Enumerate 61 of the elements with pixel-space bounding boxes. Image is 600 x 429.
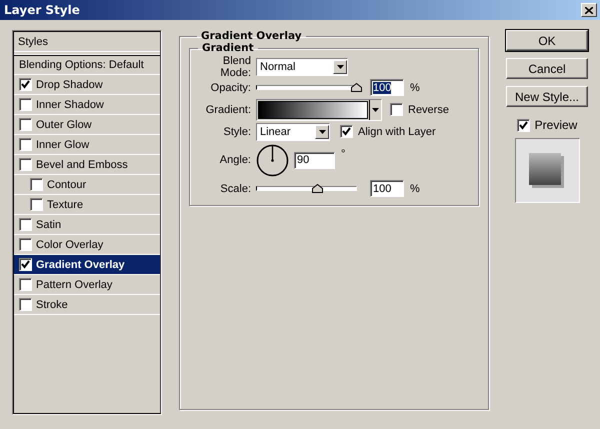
checkbox-label[interactable]: Align with Layer bbox=[358, 126, 436, 138]
group-title: Gradient bbox=[201, 42, 255, 54]
checkbox[interactable] bbox=[19, 278, 32, 291]
checkbox[interactable] bbox=[19, 258, 32, 271]
checkbox[interactable] bbox=[19, 158, 32, 171]
checkbox[interactable] bbox=[19, 118, 32, 131]
checkbox[interactable] bbox=[19, 78, 32, 91]
field-label: Opacity: bbox=[210, 82, 251, 94]
slider-thumb[interactable] bbox=[351, 83, 362, 92]
style-item[interactable]: Inner Shadow bbox=[14, 95, 160, 115]
dropdown[interactable]: Linear bbox=[256, 122, 330, 140]
style-item[interactable]: Outer Glow bbox=[14, 115, 160, 135]
input-field[interactable]: 100 bbox=[370, 180, 404, 197]
checkbox[interactable] bbox=[30, 178, 43, 191]
dialog-button[interactable]: Cancel bbox=[506, 58, 588, 79]
checkbox[interactable] bbox=[30, 198, 43, 211]
style-item[interactable]: Pattern Overlay bbox=[14, 275, 160, 295]
dialog-button[interactable]: OK bbox=[506, 30, 588, 51]
caret-icon bbox=[372, 108, 379, 112]
field-label: Angle: bbox=[218, 154, 251, 166]
window-title: Layer Style bbox=[4, 3, 80, 17]
caret-icon bbox=[318, 130, 326, 134]
close-button[interactable] bbox=[581, 3, 597, 17]
style-item[interactable]: Drop Shadow bbox=[14, 75, 160, 95]
field-label: Blend Mode: bbox=[219, 54, 251, 78]
checkbox[interactable] bbox=[516, 118, 530, 132]
dropdown[interactable]: Normal bbox=[256, 58, 348, 76]
unit-label: % bbox=[410, 82, 420, 94]
unit-label: % bbox=[410, 182, 420, 194]
checkbox[interactable] bbox=[19, 218, 32, 231]
checkbox[interactable] bbox=[19, 298, 32, 311]
angle-dial[interactable] bbox=[256, 144, 289, 176]
checkbox[interactable] bbox=[19, 138, 32, 151]
field-label: Scale: bbox=[219, 182, 251, 194]
checkbox-label[interactable]: Preview bbox=[534, 118, 578, 132]
checkbox[interactable] bbox=[19, 98, 32, 111]
style-item[interactable]: Contour bbox=[14, 175, 160, 195]
checkbox[interactable] bbox=[390, 103, 403, 116]
gradient-picker[interactable] bbox=[256, 98, 382, 120]
style-item[interactable]: Inner Glow bbox=[14, 135, 160, 155]
field-label: Style: bbox=[222, 126, 251, 138]
checkbox-label[interactable]: Reverse bbox=[408, 104, 449, 116]
preview-drawing bbox=[528, 152, 566, 190]
style-item[interactable]: Gradient Overlay bbox=[14, 255, 160, 275]
input-field[interactable]: 90 bbox=[294, 152, 335, 168]
checkbox[interactable] bbox=[340, 125, 353, 138]
slider-thumb[interactable] bbox=[312, 184, 324, 193]
style-item[interactable]: Stroke bbox=[14, 295, 160, 315]
checkbox[interactable] bbox=[19, 238, 32, 251]
input-field[interactable]: 100 bbox=[370, 79, 404, 96]
unit-label: ° bbox=[341, 148, 346, 160]
list-header: Styles bbox=[14, 32, 160, 55]
style-item[interactable]: Satin bbox=[14, 215, 160, 235]
close-icon bbox=[585, 6, 593, 14]
style-item[interactable]: Texture bbox=[14, 195, 160, 215]
style-item[interactable]: Bevel and Emboss bbox=[14, 155, 160, 175]
dialog-button[interactable]: New Style... bbox=[506, 86, 588, 107]
section-title: Gradient Overlay bbox=[200, 30, 303, 42]
caret-icon bbox=[336, 64, 344, 68]
field-label: Gradient: bbox=[204, 104, 251, 116]
style-item[interactable]: Blending Options: Default bbox=[14, 55, 160, 75]
